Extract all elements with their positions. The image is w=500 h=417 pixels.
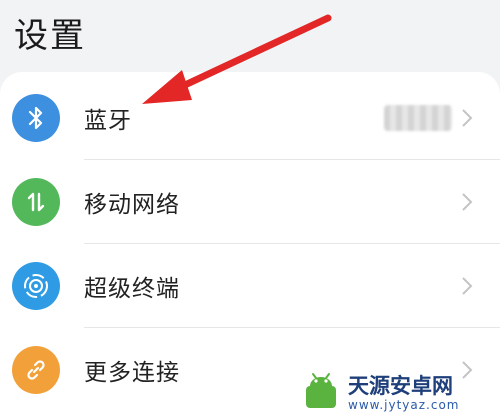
- settings-item-label: 蓝牙: [84, 108, 132, 134]
- mobile-data-icon: [12, 178, 60, 226]
- settings-item-label: 超级终端: [84, 276, 180, 302]
- watermark: 天源安卓网 www.jytyaz.com: [300, 368, 500, 417]
- super-device-icon: [12, 262, 60, 310]
- settings-item-bluetooth[interactable]: 蓝牙: [0, 76, 500, 160]
- settings-card: 蓝牙 移动网络 超级终端 更多连接: [0, 72, 500, 417]
- page-title: 设置: [14, 16, 86, 56]
- watermark-url: www.jytyaz.com: [348, 397, 460, 412]
- watermark-name: 天源安卓网: [348, 373, 453, 398]
- settings-item-mobile-network[interactable]: 移动网络: [0, 160, 500, 244]
- settings-item-super-device[interactable]: 超级终端: [0, 244, 500, 328]
- chevron-right-icon: [454, 273, 480, 299]
- android-logo-icon: [306, 372, 336, 408]
- chevron-right-icon: [454, 105, 480, 131]
- chevron-right-icon: [454, 189, 480, 215]
- settings-item-label: 更多连接: [84, 360, 180, 386]
- settings-item-label: 移动网络: [84, 192, 180, 218]
- link-icon: [12, 346, 60, 394]
- bluetooth-status-value: [384, 105, 452, 131]
- bluetooth-icon: [12, 94, 60, 142]
